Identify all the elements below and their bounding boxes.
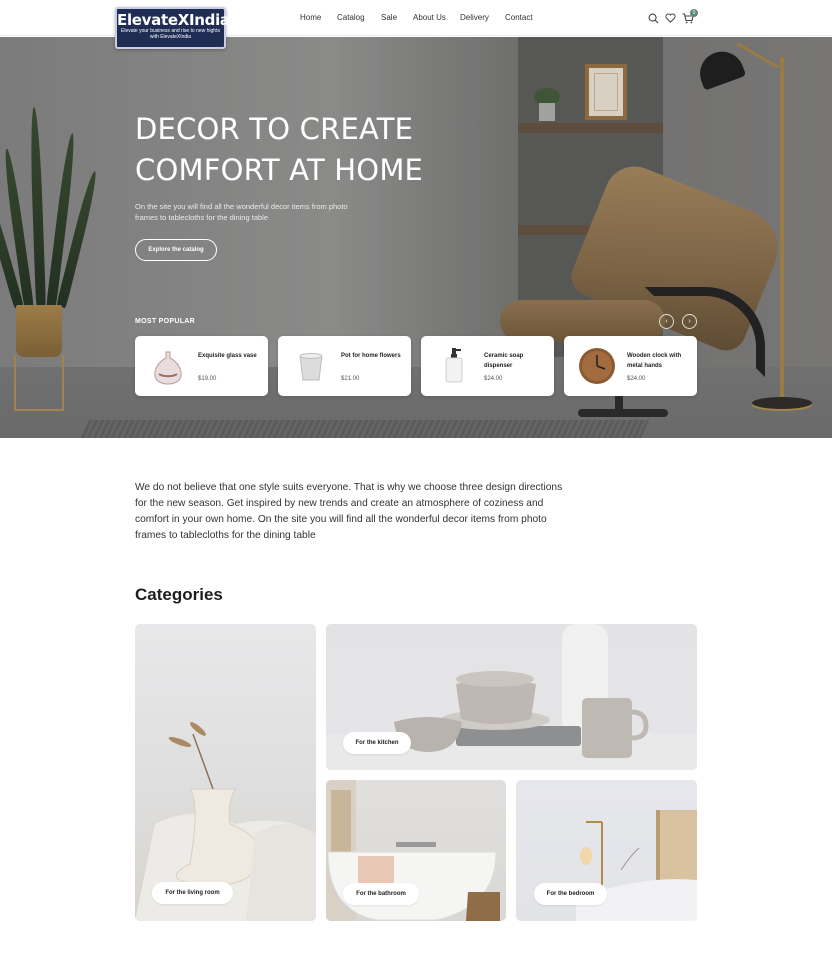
nav-about-us[interactable]: About Us xyxy=(413,13,446,22)
hero-subtitle: On the site you will find all the wonder… xyxy=(135,202,348,222)
potted-plant-image xyxy=(534,88,560,121)
categories-title: Categories xyxy=(135,585,223,604)
product-price: $19.00 xyxy=(198,376,217,382)
brand-name: ElevateXIndia xyxy=(117,11,230,29)
product-card-glass-vase[interactable]: Exquisite glass vase $19.00 xyxy=(135,336,268,396)
floor-lamp-image xyxy=(780,57,784,397)
category-label[interactable]: For the living room xyxy=(152,882,233,904)
living-room-image xyxy=(135,722,316,921)
vase-icon xyxy=(154,351,182,385)
brand-tagline: Elevate your business and rise to new hi… xyxy=(121,28,220,40)
carousel-prev-button[interactable]: ‹ xyxy=(659,314,674,329)
floor-lamp-shade xyxy=(693,45,747,91)
picture-frame-image xyxy=(585,64,627,120)
nav-catalog[interactable]: Catalog xyxy=(337,13,365,22)
rug-image xyxy=(80,420,650,438)
nav-contact[interactable]: Contact xyxy=(505,13,533,22)
product-price: $21.00 xyxy=(341,376,360,382)
product-card-wooden-clock[interactable]: Wooden clock with metal hands $24.00 xyxy=(564,336,697,396)
floor-lamp-arm xyxy=(736,42,780,69)
hero-banner: DECOR TO CREATE COMFORT AT HOME On the s… xyxy=(0,37,832,438)
nav-home[interactable]: Home xyxy=(300,13,321,22)
heart-icon[interactable] xyxy=(663,11,677,25)
product-price: $24.00 xyxy=(627,376,646,382)
armchair-foot xyxy=(578,409,668,417)
nav-sale[interactable]: Sale xyxy=(381,13,397,22)
most-popular-label: MOST POPULAR xyxy=(135,318,195,325)
category-tile-kitchen[interactable]: For the kitchen xyxy=(326,624,697,770)
site-header: ElevateXIndia Elevate your business and … xyxy=(0,0,832,49)
category-label[interactable]: For the bedroom xyxy=(534,883,607,905)
cart-icon[interactable]: 0 xyxy=(681,9,698,25)
product-name: Exquisite glass vase xyxy=(198,353,257,359)
category-tile-bedroom[interactable]: For the bedroom xyxy=(516,780,697,921)
carousel-next-button[interactable]: › xyxy=(682,314,697,329)
floor-lamp-base xyxy=(752,397,812,409)
category-tile-bathroom[interactable]: For the bathroom xyxy=(326,780,506,921)
plant-pot-image xyxy=(16,305,62,357)
clock-icon xyxy=(579,348,615,384)
product-name: Pot for home flowers xyxy=(341,353,401,359)
category-tile-living-room[interactable]: For the living room xyxy=(135,624,316,921)
shelf-image xyxy=(518,123,663,133)
product-card-soap-dispenser[interactable]: Ceramic soap dispenser $24.00 xyxy=(421,336,554,396)
plant-stand-image xyxy=(14,355,64,411)
product-name: Wooden clock with metal hands xyxy=(627,353,682,369)
brand-logo[interactable]: ElevateXIndia Elevate your business and … xyxy=(115,7,230,49)
product-card-flower-pot[interactable]: Pot for home flowers $21.00 xyxy=(278,336,411,396)
category-label[interactable]: For the kitchen xyxy=(343,732,411,754)
product-name: Ceramic soap dispenser xyxy=(484,353,524,369)
nav-delivery[interactable]: Delivery xyxy=(460,13,489,22)
soap-dispenser-icon xyxy=(445,348,463,383)
search-icon[interactable] xyxy=(646,11,660,25)
category-label[interactable]: For the bathroom xyxy=(343,883,419,905)
intro-text: We do not believe that one style suits e… xyxy=(135,482,563,541)
explore-catalog-button[interactable]: Explore the catalog xyxy=(135,239,217,261)
cart-count-badge: 0 xyxy=(690,9,698,17)
hero-title: DECOR TO CREATE COMFORT AT HOME xyxy=(135,112,424,187)
pot-icon xyxy=(299,353,323,381)
product-price: $24.00 xyxy=(484,376,503,382)
